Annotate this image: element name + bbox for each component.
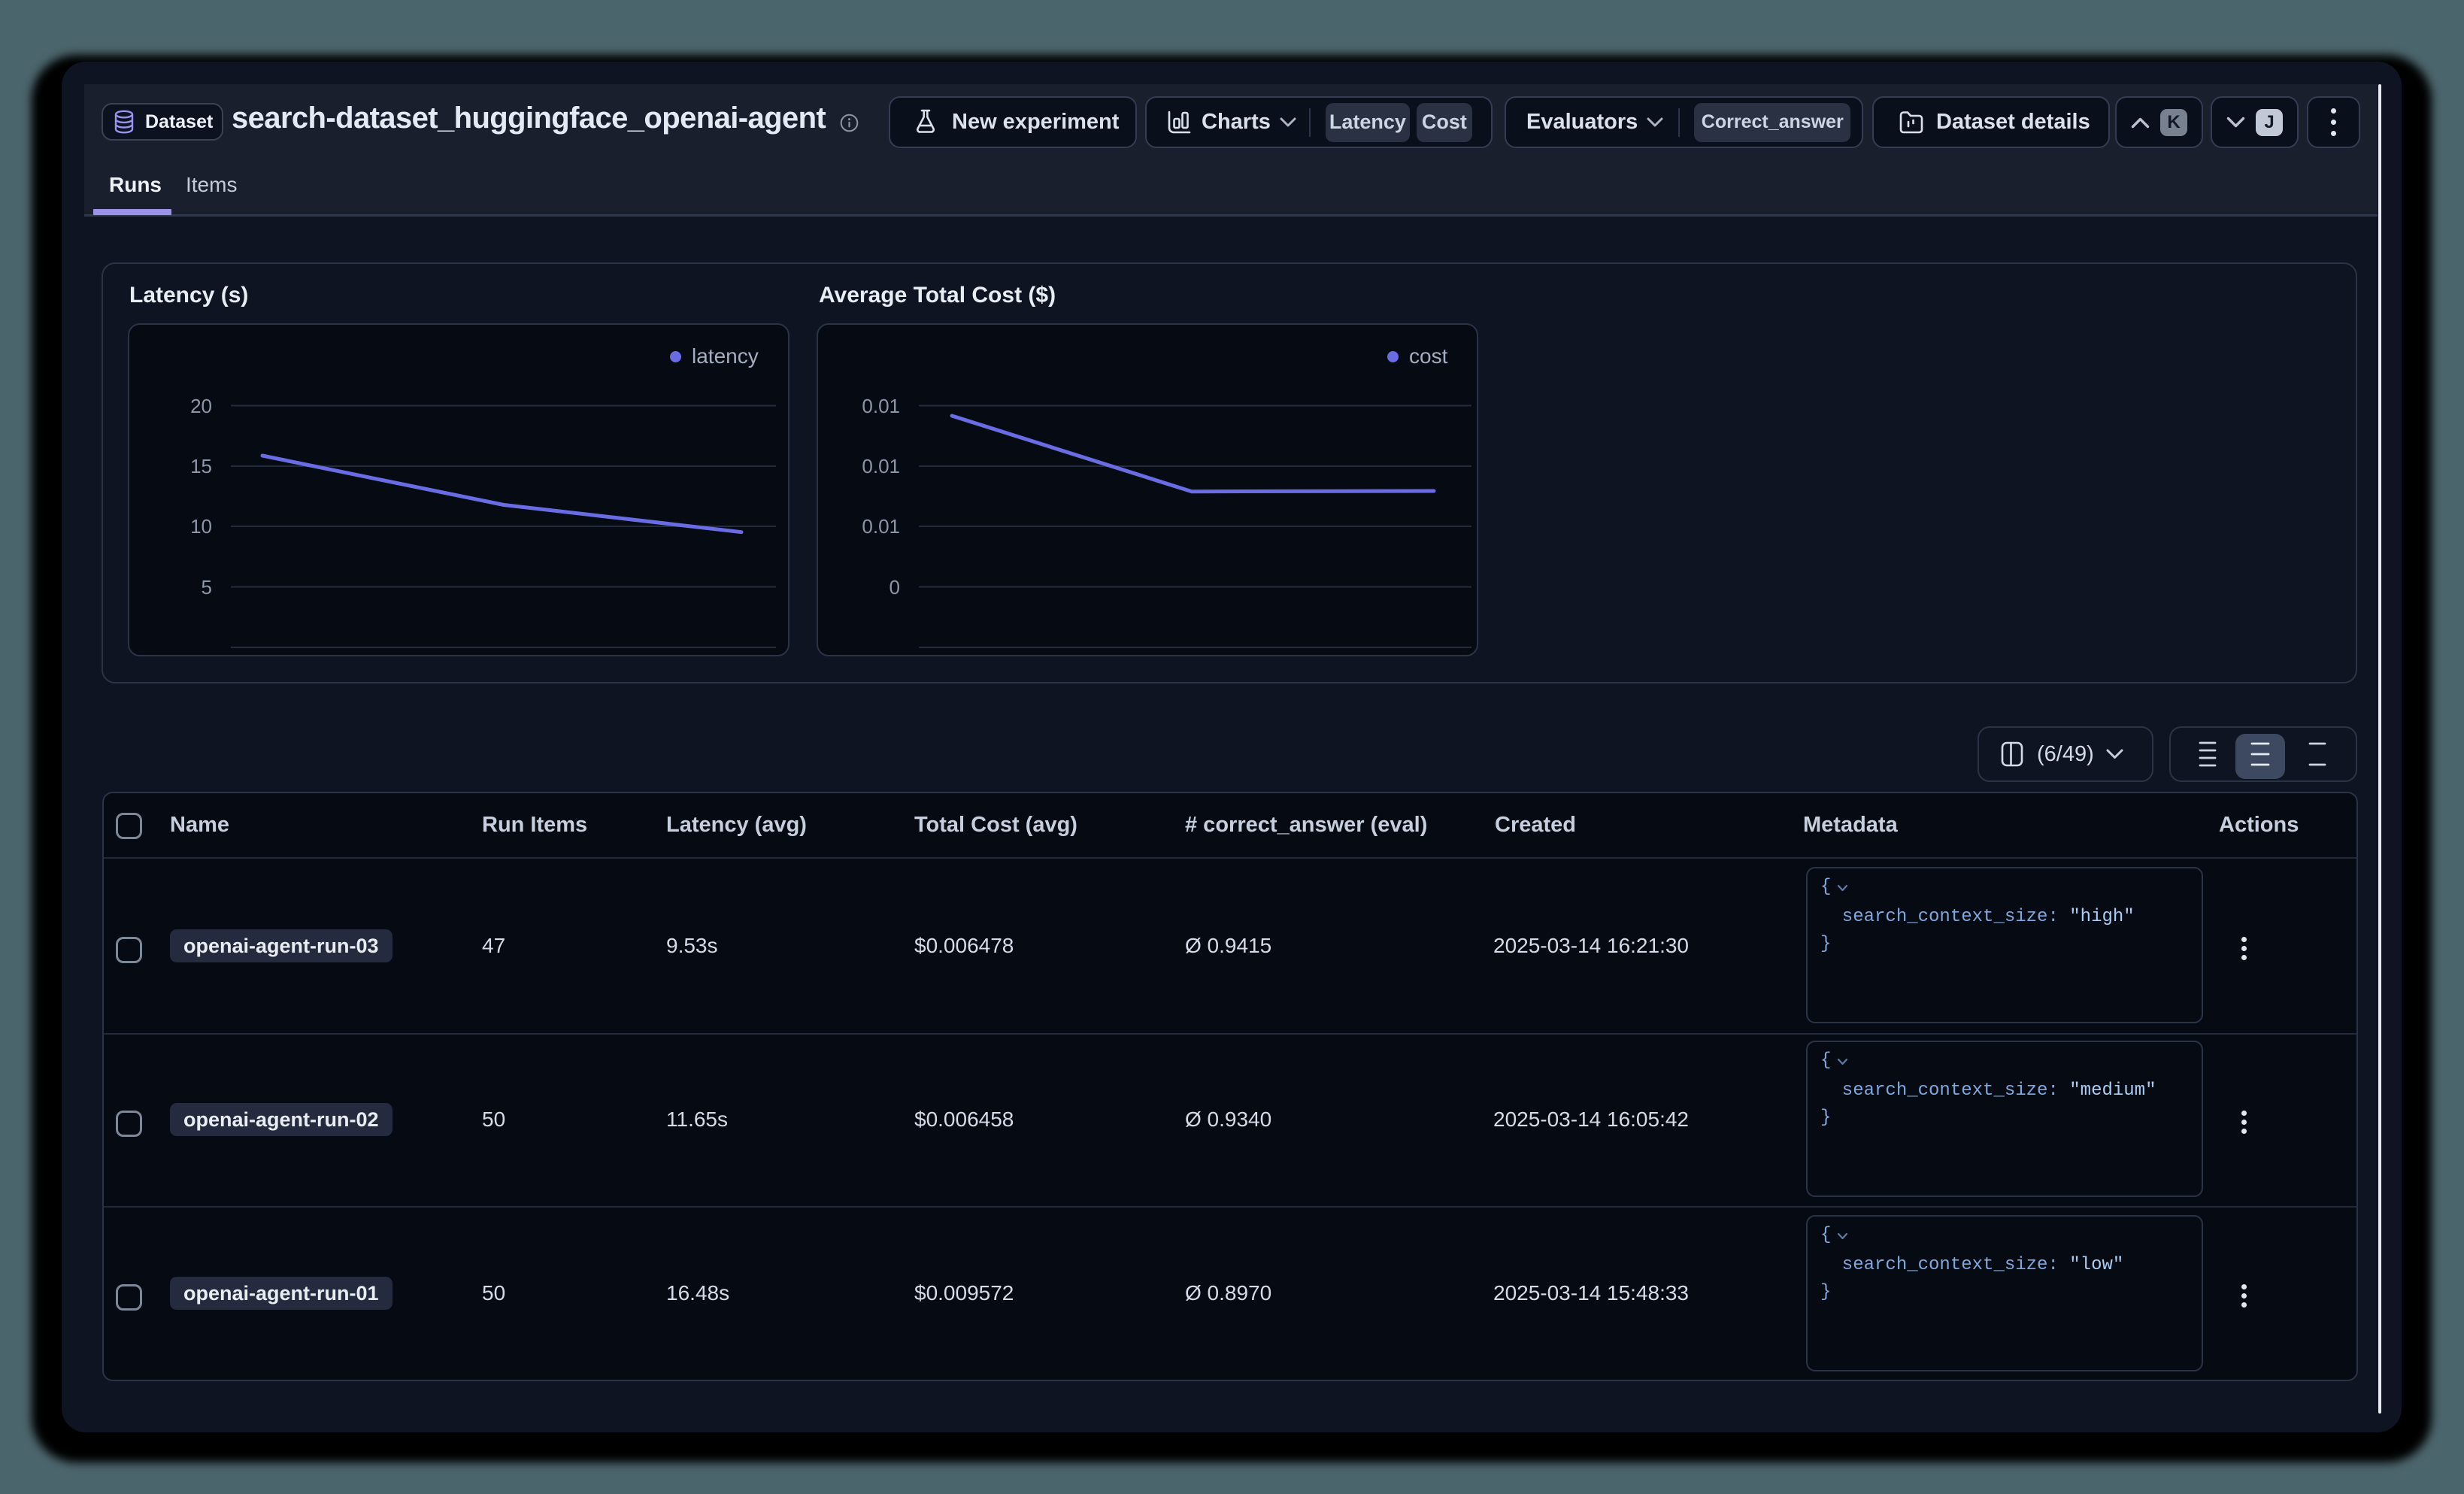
svg-text:10: 10: [190, 515, 212, 538]
svg-text:0.01: 0.01: [862, 395, 900, 417]
svg-text:20: 20: [190, 395, 212, 417]
svg-text:0.01: 0.01: [862, 455, 900, 477]
svg-text:5: 5: [202, 576, 212, 599]
svg-text:0.01: 0.01: [862, 515, 900, 538]
svg-text:15: 15: [190, 455, 212, 477]
svg-text:0: 0: [890, 576, 900, 599]
